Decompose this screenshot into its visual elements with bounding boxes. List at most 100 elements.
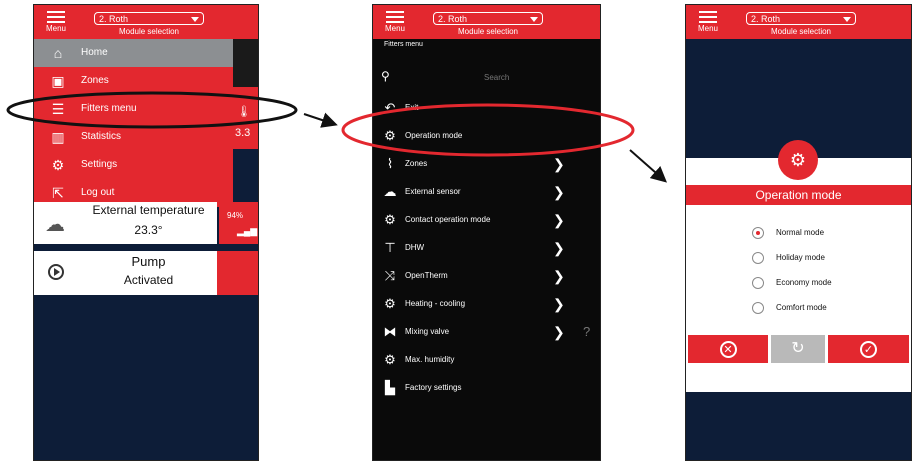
menu-item-home[interactable]: ⌂ Home [34,39,233,67]
statistics-icon: ▥ [51,129,65,145]
tile-value: 23.3° [134,223,163,237]
play-icon [48,264,64,280]
menu-item-opentherm[interactable]: ⤨ OpenTherm ❯ [373,262,600,290]
top-bar: Menu 2. Roth Module selection [686,5,911,39]
check-icon: ✓ [860,341,877,358]
menu-item-max-humidity[interactable]: ⚙ Max. humidity [373,346,600,374]
menu-item-zones[interactable]: ⌇ Zones ❯ [373,150,600,178]
menu-item-label: Settings [81,159,118,170]
refresh-icon: ↻ [791,340,805,357]
search-input[interactable]: ⚲ Search [373,67,600,89]
signal-icon: ▂▄▆ [237,226,258,236]
menu-item-label: Heating - cooling [405,299,466,308]
menu-item-settings[interactable]: ⚙ Settings [34,151,233,179]
menu-item-label: DHW [405,243,425,252]
menu-item-label: External sensor [405,187,461,196]
background-peek [233,39,258,87]
menu-item-dhw[interactable]: ⊤ DHW ❯ [373,234,600,262]
chevron-right-icon: ❯ [553,324,565,340]
screen-main-menu: Menu 2. Roth Module selection 🌡 3.3 ⌂ Hom… [33,4,259,461]
fitter-icon: ☰ [51,101,65,117]
tile-value: Activated [123,273,174,287]
menu-item-label: Factory settings [405,383,462,392]
arrow-to-fitters-menu [303,112,338,128]
module-select[interactable]: 2. Roth [746,12,856,25]
radio[interactable] [752,302,764,314]
home-icon: ⌂ [53,45,63,61]
menu-item-statistics[interactable]: ▥ Statistics [34,123,233,151]
tile-title: External temperature [92,203,205,217]
menu-button[interactable]: Menu [694,8,722,33]
menu-item-label: Mixing valve [405,327,450,336]
module-select[interactable]: 2. Roth [94,12,204,25]
option-label: Holiday mode [776,253,825,262]
chevron-down-icon [843,17,851,22]
menu-item-heating-cooling[interactable]: ⚙ Heating - cooling ❯ [373,290,600,318]
help-icon[interactable]: ? [583,318,590,346]
search-placeholder: Search [484,73,510,82]
confirm-button[interactable]: ✓ [828,335,909,363]
chevron-down-icon [191,17,199,22]
screen-operation-mode: Menu 2. Roth Module selection ⚙ Operatio… [685,4,912,461]
module-value: 2. Roth [99,14,129,24]
top-bar: Menu 2. Roth Module selection [373,5,600,39]
gears-icon: ⚙ [384,352,396,367]
chevron-right-icon: ❯ [553,268,565,284]
cancel-button[interactable]: ✕ [688,335,768,363]
module-select[interactable]: 2. Roth [433,12,543,25]
menu-item-factory-settings[interactable]: ▙ Factory settings [373,374,600,402]
chevron-right-icon: ❯ [553,240,565,256]
menu-item-contact-operation-mode[interactable]: ⚙ Contact operation mode ❯ [373,206,600,234]
menu-item-operation-mode[interactable]: ⚙ Operation mode [373,122,600,150]
menu-button[interactable]: Menu [381,8,409,33]
hamburger-icon [47,11,65,13]
menu-item-exit[interactable]: ↶ Exit [373,94,600,122]
module-selection-label: Module selection [118,27,180,36]
menu-label: Menu [697,24,718,33]
menu-item-label: Contact operation mode [405,215,491,224]
menu-item-label: Zones [405,159,428,168]
tile-title: Pump [131,254,166,269]
menu-item-label: Statistics [81,131,122,142]
back-arrow-icon: ↶ [384,100,396,115]
chevron-right-icon: ❯ [553,184,565,200]
screen-fitters-menu: Menu 2. Roth Module selection Fitters me… [372,4,601,461]
module-value: 2. Roth [751,14,781,24]
menu-item-label: Zones [81,75,109,86]
background-peek-red: 🌡 3.3 [233,87,258,149]
menu-item-mixing-valve[interactable]: ⧓ Mixing valve ❯? [373,318,600,346]
menu-item-zones[interactable]: ▣ Zones [34,67,233,95]
gears-icon: ⚙ [778,140,818,180]
tap-icon: ⊤ [384,240,396,255]
arrow-to-operation-mode [629,149,667,183]
pump-tile[interactable]: Pump Activated [34,251,217,295]
module-value: 2. Roth [438,14,468,24]
chevron-down-icon [530,17,538,22]
menu-item-label: Fitters menu [81,103,137,114]
side-menu: ⌂ Home ▣ Zones ☰ Fitters menu ▥ Statistics ⚙… [34,39,233,207]
chevron-right-icon: ❯ [553,156,565,172]
menu-button[interactable]: Menu [42,8,70,33]
factory-icon: ▙ [385,380,395,395]
menu-item-fitters[interactable]: ☰ Fitters menu [34,95,233,123]
radio[interactable] [752,277,764,289]
menu-item-label: OpenTherm [405,271,448,280]
fitters-menu-list: ↶ Exit ⚙ Operation mode ⌇ Zones ❯ ☁ External … [373,94,600,402]
zones-icon: ▣ [51,73,65,89]
option-label: Comfort mode [776,303,827,312]
shuffle-icon: ⤨ [384,268,396,283]
menu-item-external-sensor[interactable]: ☁ External sensor ❯ [373,178,600,206]
dialog-title: Operation mode [686,185,911,205]
menu-label: Menu [384,24,405,33]
top-bar: Menu 2. Roth Module selection [34,5,258,39]
external-temperature-tile[interactable]: ☁ External temperature 23.3° [34,202,217,244]
sensor-icon: ☁ [383,184,397,199]
menu-label: Menu [45,24,66,33]
radio-selected[interactable] [752,227,764,239]
search-icon: ⚲ [381,69,390,83]
module-selection-label: Module selection [770,27,832,36]
reset-button[interactable]: ↻ [771,335,825,363]
radio[interactable] [752,252,764,264]
close-icon: ✕ [719,341,737,358]
menu-item-label: Max. humidity [405,355,455,364]
